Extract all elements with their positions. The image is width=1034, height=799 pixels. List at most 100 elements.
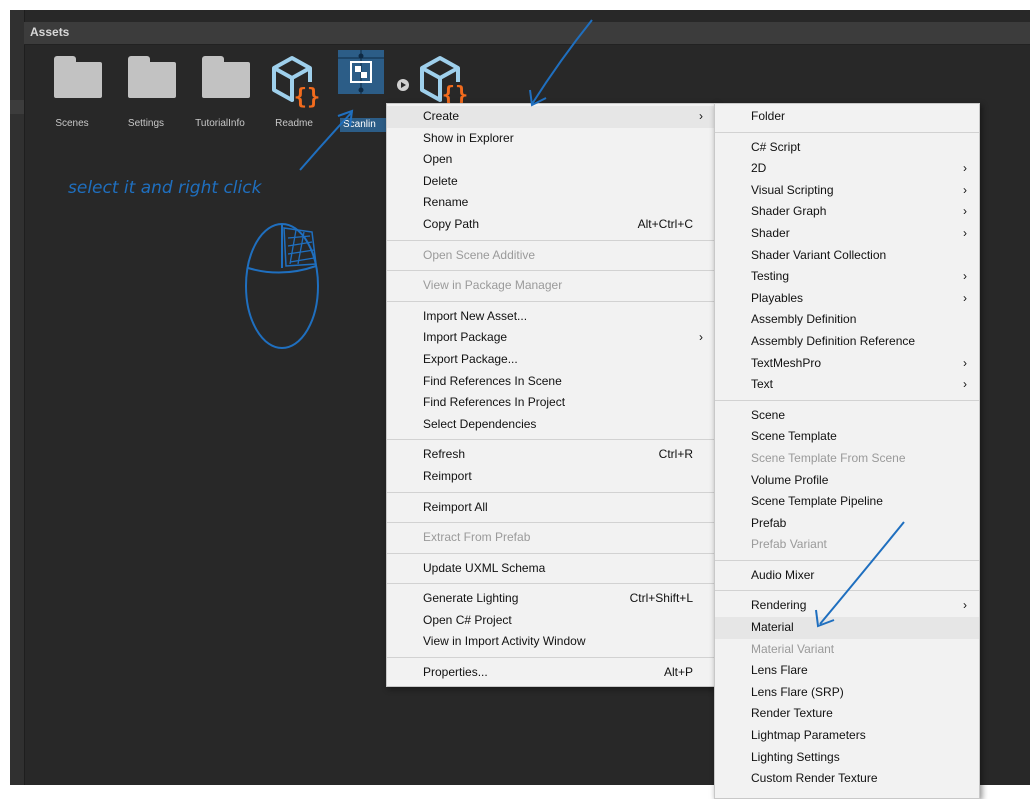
menu-item-label: Refresh bbox=[423, 447, 466, 462]
menu-item-open-c-project[interactable]: Open C# Project bbox=[387, 610, 715, 632]
menu-item-label: Generate Lighting bbox=[423, 591, 519, 606]
menu-item-show-in-explorer[interactable]: Show in Explorer bbox=[387, 128, 715, 150]
menu-item-assembly-definition-reference[interactable]: Assembly Definition Reference bbox=[715, 331, 979, 353]
menu-item-label: Export Package... bbox=[423, 351, 518, 366]
menu-item-rendering[interactable]: Rendering › bbox=[715, 595, 979, 617]
menu-item-label: Custom Render Texture bbox=[751, 771, 878, 786]
menu-item-find-references-in-scene[interactable]: Find References In Scene bbox=[387, 371, 715, 393]
menu-item-label: Shader Variant Collection bbox=[751, 247, 887, 262]
expand-play-icon[interactable] bbox=[396, 78, 410, 92]
menu-item-label: Extract From Prefab bbox=[423, 530, 531, 545]
menu-item-2d[interactable]: 2D › bbox=[715, 158, 979, 180]
svg-text:{}: {} bbox=[294, 85, 321, 110]
menu-item-update-uxml-schema[interactable]: Update UXML Schema bbox=[387, 558, 715, 580]
menu-item-visual-scripting[interactable]: Visual Scripting › bbox=[715, 180, 979, 202]
menu-item-label: Scene Template Pipeline bbox=[751, 494, 883, 509]
menu-item-export-package[interactable]: Export Package... bbox=[387, 349, 715, 371]
menu-item-volume-profile[interactable]: Volume Profile bbox=[715, 470, 979, 492]
menu-item-assembly-definition[interactable]: Assembly Definition bbox=[715, 309, 979, 331]
menu-item-label: Scene Template bbox=[751, 429, 837, 444]
assets-breadcrumb[interactable]: Assets bbox=[24, 22, 1030, 45]
menu-item-prefab-variant: Prefab Variant bbox=[715, 534, 979, 556]
menu-separator bbox=[387, 300, 715, 302]
menu-item-audio-mixer[interactable]: Audio Mixer bbox=[715, 565, 979, 587]
menu-item-properties[interactable]: Properties... Alt+P bbox=[387, 662, 715, 684]
menu-item-rename[interactable]: Rename bbox=[387, 192, 715, 214]
menu-item-lens-flare[interactable]: Lens Flare bbox=[715, 660, 979, 682]
left-panel-selection bbox=[10, 100, 24, 114]
chevron-right-icon: › bbox=[699, 330, 703, 345]
menu-item-label: Material Variant bbox=[751, 641, 835, 656]
menu-item-shader-variant-collection[interactable]: Shader Variant Collection bbox=[715, 245, 979, 267]
asset-folder-scenes[interactable]: Scenes bbox=[40, 50, 104, 130]
menu-item-copy-path[interactable]: Copy Path Alt+Ctrl+C bbox=[387, 214, 715, 236]
chevron-right-icon: › bbox=[963, 598, 967, 613]
menu-item-text[interactable]: Text › bbox=[715, 374, 979, 396]
asset-label-selected: Scanlin bbox=[340, 118, 386, 132]
asset-scanline-selected[interactable] bbox=[338, 50, 384, 94]
menu-item-textmeshpro[interactable]: TextMeshPro › bbox=[715, 353, 979, 375]
menu-item-create[interactable]: Create › bbox=[387, 106, 715, 128]
folder-icon bbox=[54, 56, 102, 98]
menu-separator bbox=[387, 522, 715, 524]
menu-item-label: Import New Asset... bbox=[423, 308, 528, 323]
menu-item-label: Select Dependencies bbox=[423, 416, 537, 431]
menu-item-shader-graph[interactable]: Shader Graph › bbox=[715, 201, 979, 223]
menu-item-label: View in Import Activity Window bbox=[423, 634, 586, 649]
menu-item-open[interactable]: Open bbox=[387, 149, 715, 171]
menu-item-reimport-all[interactable]: Reimport All bbox=[387, 497, 715, 519]
menu-item-material[interactable]: Material bbox=[715, 617, 979, 639]
menu-item-label: Lighting Settings bbox=[751, 749, 840, 764]
asset-folder-settings[interactable]: Settings bbox=[114, 50, 178, 130]
menu-item-lens-flare-srp[interactable]: Lens Flare (SRP) bbox=[715, 682, 979, 704]
asset-folder-tutorialinfo[interactable]: TutorialInfo bbox=[188, 50, 252, 130]
menu-item-scene[interactable]: Scene bbox=[715, 405, 979, 427]
script-asset-icon[interactable]: {} bbox=[418, 54, 470, 104]
menu-item-label: Show in Explorer bbox=[423, 130, 514, 145]
menu-separator bbox=[387, 657, 715, 659]
asset-readme[interactable]: {} Readme bbox=[262, 50, 326, 130]
menu-item-label: Render Texture bbox=[751, 706, 833, 721]
menu-item-c-script[interactable]: C# Script bbox=[715, 137, 979, 159]
menu-item-render-texture[interactable]: Render Texture bbox=[715, 703, 979, 725]
shader-asset-icon bbox=[338, 50, 384, 94]
menu-separator bbox=[387, 552, 715, 554]
menu-item-label: Create bbox=[423, 109, 460, 123]
menu-item-testing[interactable]: Testing › bbox=[715, 266, 979, 288]
menu-item-shader[interactable]: Shader › bbox=[715, 223, 979, 245]
menu-item-select-dependencies[interactable]: Select Dependencies bbox=[387, 414, 715, 436]
menu-separator bbox=[715, 131, 979, 133]
menu-item-label: Update UXML Schema bbox=[423, 560, 546, 575]
menu-item-scene-template[interactable]: Scene Template bbox=[715, 426, 979, 448]
menu-item-view-in-import-activity-window[interactable]: View in Import Activity Window bbox=[387, 631, 715, 653]
menu-item-playables[interactable]: Playables › bbox=[715, 288, 979, 310]
menu-item-reimport[interactable]: Reimport bbox=[387, 466, 715, 488]
menu-item-label: Properties... bbox=[423, 665, 488, 680]
menu-item-generate-lighting[interactable]: Generate Lighting Ctrl+Shift+L bbox=[387, 588, 715, 610]
menu-item-folder[interactable]: Folder bbox=[715, 106, 979, 128]
chevron-right-icon: › bbox=[963, 204, 967, 219]
menu-item-import-package[interactable]: Import Package › bbox=[387, 327, 715, 349]
menu-separator bbox=[387, 270, 715, 272]
menu-item-shortcut: Alt+Ctrl+C bbox=[637, 216, 693, 231]
menu-item-label: Delete bbox=[423, 173, 458, 188]
menu-separator bbox=[387, 583, 715, 585]
menu-item-label: Lens Flare (SRP) bbox=[751, 684, 844, 699]
menu-item-lighting-settings[interactable]: Lighting Settings bbox=[715, 747, 979, 769]
menu-item-custom-render-texture[interactable]: Custom Render Texture bbox=[715, 768, 979, 790]
menu-item-scene-template-pipeline[interactable]: Scene Template Pipeline bbox=[715, 491, 979, 513]
menu-item-open-scene-additive: Open Scene Additive bbox=[387, 245, 715, 267]
menu-item-delete[interactable]: Delete bbox=[387, 171, 715, 193]
menu-item-label: Folder bbox=[751, 109, 786, 123]
menu-item-label: Volume Profile bbox=[751, 472, 829, 487]
menu-item-label: Open C# Project bbox=[423, 612, 512, 627]
menu-item-refresh[interactable]: Refresh Ctrl+R bbox=[387, 444, 715, 466]
asset-label: Scenes bbox=[55, 118, 89, 129]
menu-item-find-references-in-project[interactable]: Find References In Project bbox=[387, 392, 715, 414]
menu-item-label: Playables bbox=[751, 290, 804, 305]
menu-item-lightmap-parameters[interactable]: Lightmap Parameters bbox=[715, 725, 979, 747]
menu-item-prefab[interactable]: Prefab bbox=[715, 513, 979, 535]
menu-item-label: Lens Flare bbox=[751, 663, 808, 678]
readme-asset-icon: {} bbox=[272, 56, 321, 110]
menu-item-import-new-asset[interactable]: Import New Asset... bbox=[387, 306, 715, 328]
